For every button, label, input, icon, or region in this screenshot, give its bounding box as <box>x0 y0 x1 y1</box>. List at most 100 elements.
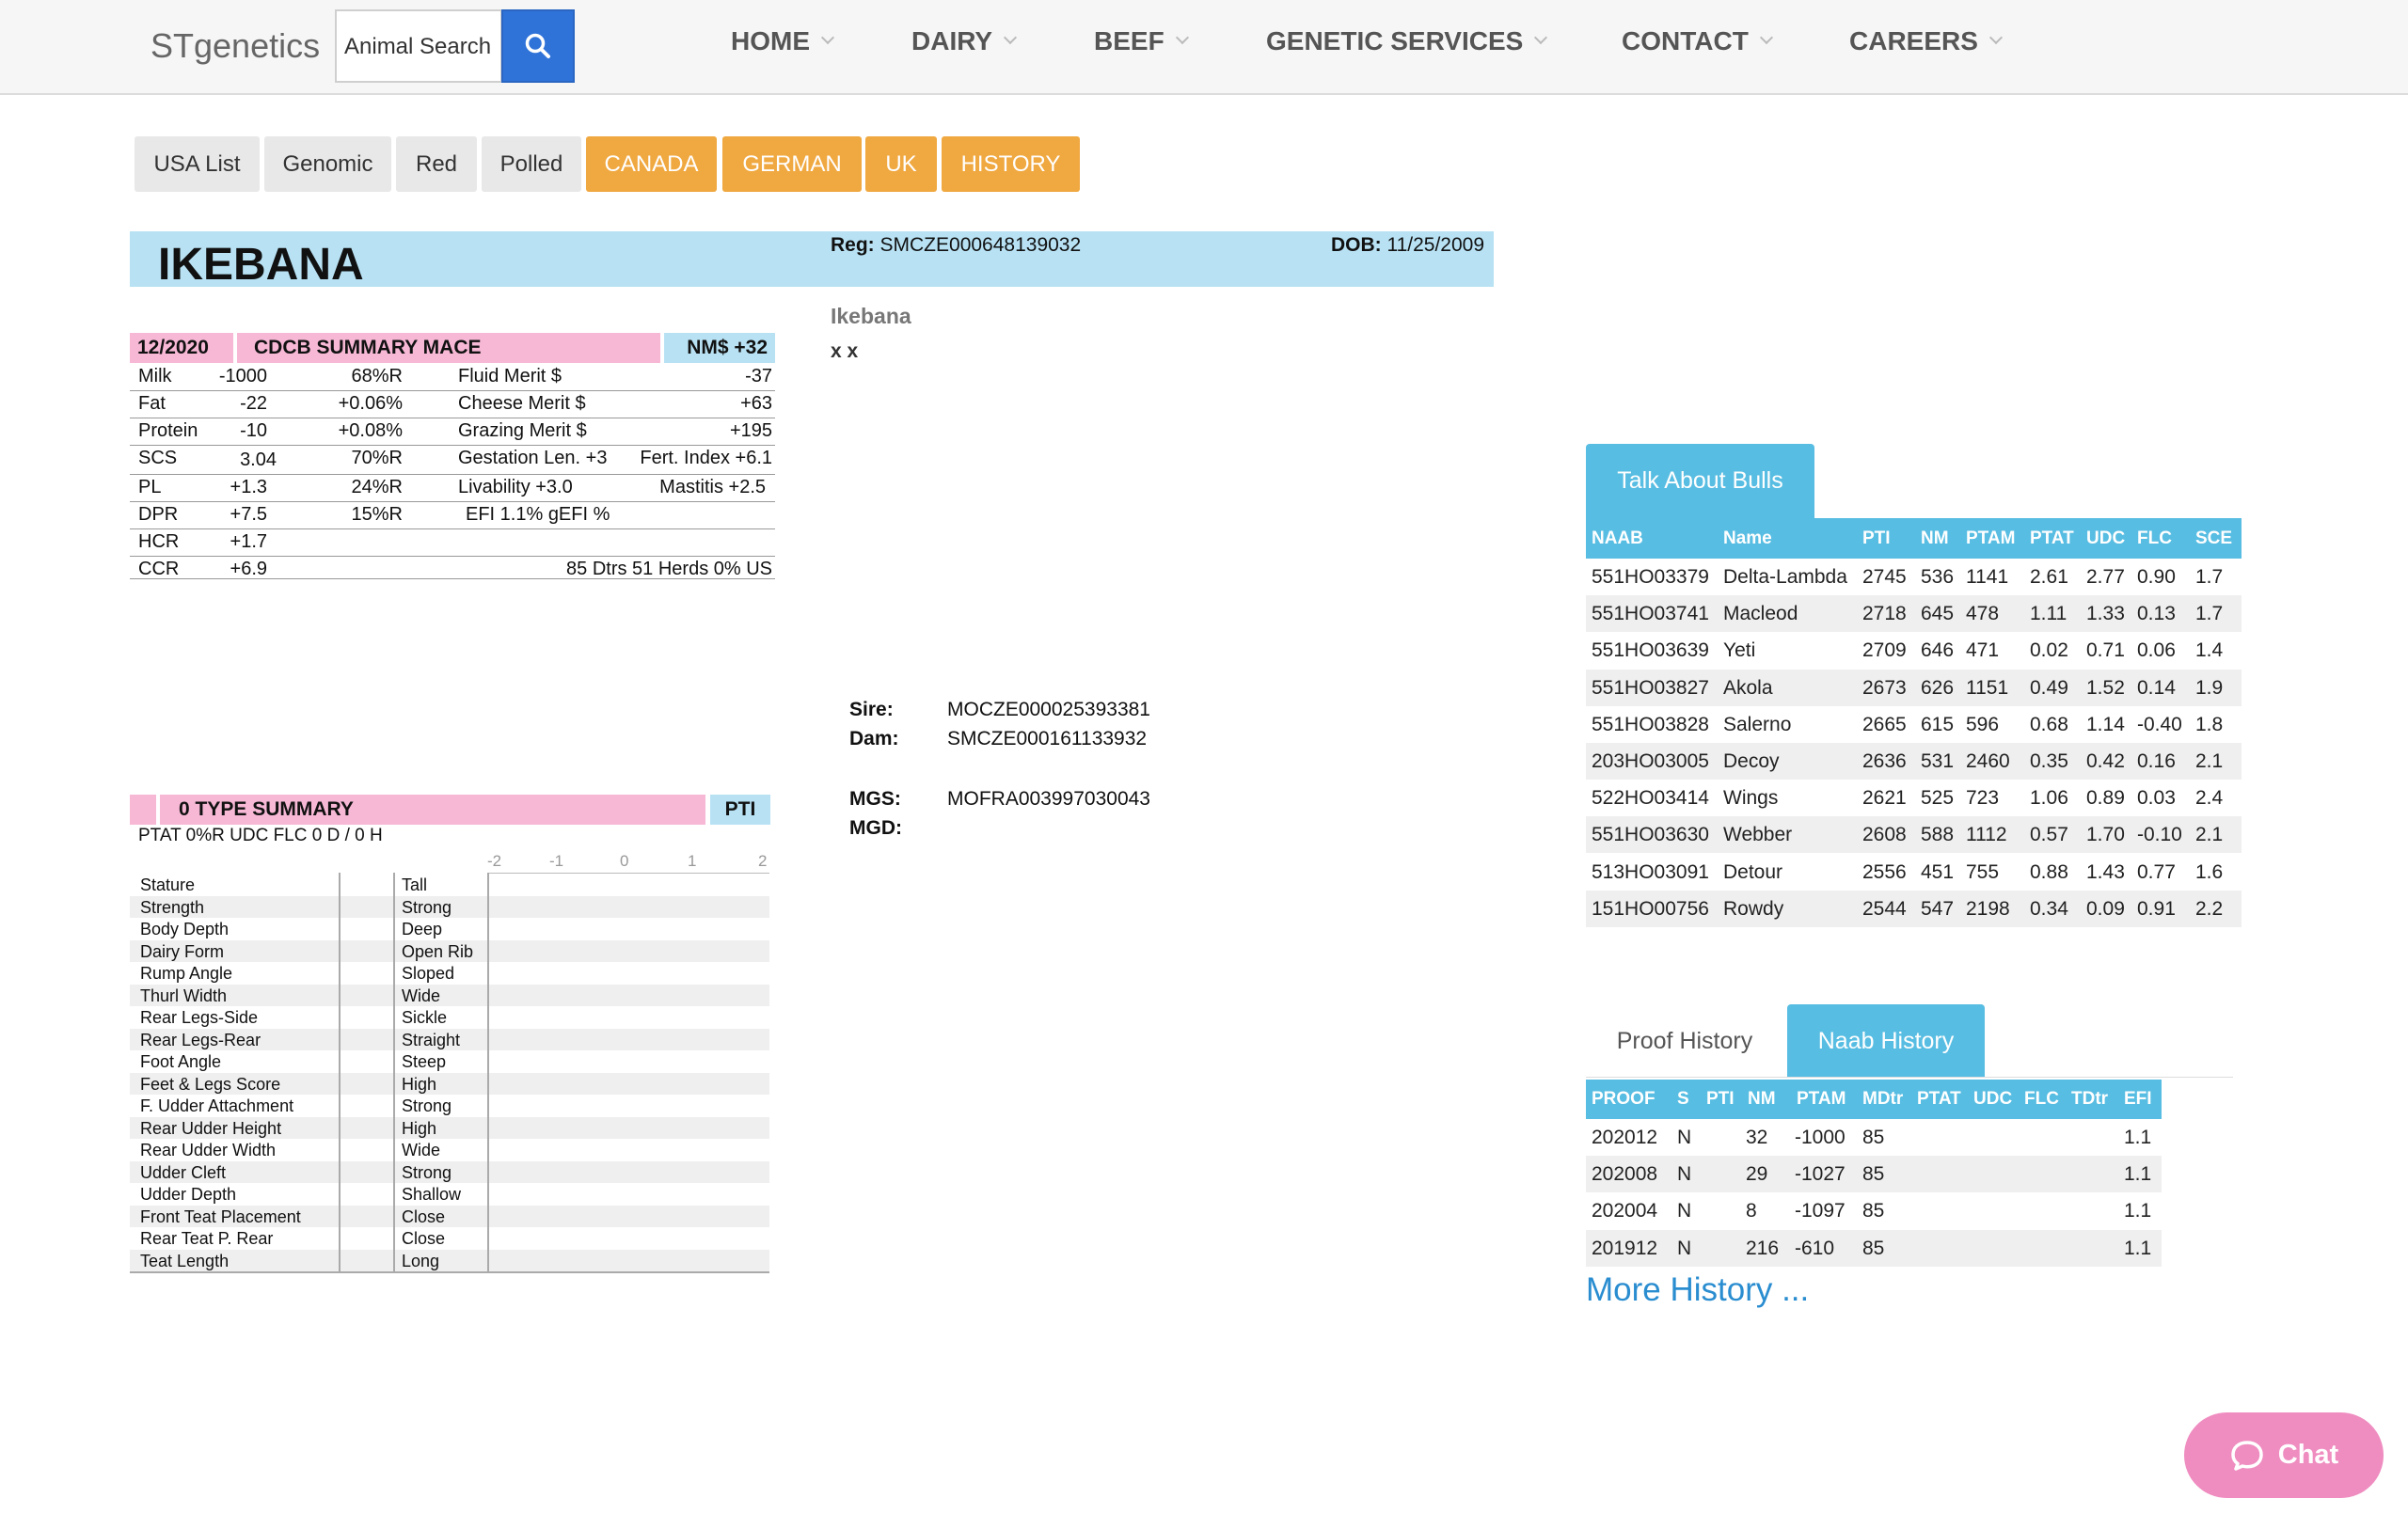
type-trait-row: Rear Udder Width Wide <box>130 1139 769 1161</box>
bull-naab[interactable]: 551HO03379 <box>1592 566 1709 589</box>
type-trait-row: Udder Depth Shallow <box>130 1183 769 1206</box>
chat-button[interactable]: Chat <box>2184 1412 2384 1498</box>
trait-descriptor: Close <box>402 1206 446 1226</box>
animal-search-input[interactable]: Animal Search <box>335 9 502 83</box>
tab-naab-history[interactable]: Naab History <box>1787 1004 1985 1078</box>
bull-name[interactable]: Rowdy <box>1723 898 1783 921</box>
trait-descriptor: Strong <box>402 897 452 917</box>
bull-cell: 1112 <box>1966 824 2007 846</box>
tab-underline <box>1586 1077 2233 1078</box>
bull-row[interactable]: 551HO03827 Akola 2673 626 1151 0.49 1.52 0.14 1.… <box>1586 669 2242 706</box>
bull-cell: 2636 <box>1862 750 1907 772</box>
dam-label: Dam: <box>849 728 899 749</box>
type-trait-row: Body Depth Deep <box>130 918 769 940</box>
more-history-link[interactable]: More History ... <box>1586 1271 1809 1309</box>
history-cell: 8 <box>1746 1200 1757 1222</box>
history-cell: -1097 <box>1795 1200 1846 1222</box>
bull-row[interactable]: 551HO03379 Delta-Lambda 2745 536 1141 2.61 2.7… <box>1586 559 2242 595</box>
trait-name: Strength <box>140 897 205 917</box>
bull-cell: 2745 <box>1862 566 1907 588</box>
bull-naab[interactable]: 522HO03414 <box>1592 787 1709 810</box>
tab-polled[interactable]: Polled <box>482 136 581 192</box>
type-summary-marker <box>130 795 156 825</box>
nav-dairy[interactable]: DAIRY <box>911 26 1018 56</box>
bull-row[interactable]: 203HO03005 Decoy 2636 531 2460 0.35 0.42 0.16 2.… <box>1586 743 2242 780</box>
bull-name[interactable]: Detour <box>1723 861 1782 884</box>
summary-row: PL +1.3 24%R Livability +3.0 Mastitis +2… <box>130 475 775 502</box>
bull-naab[interactable]: 151HO00756 <box>1592 898 1709 921</box>
bull-name[interactable]: Akola <box>1723 677 1773 700</box>
bull-naab[interactable]: 551HO03741 <box>1592 603 1709 625</box>
bull-name[interactable]: Webber <box>1723 824 1792 846</box>
history-row: 202004 N 8 -1097 85 1.1 <box>1586 1192 2162 1229</box>
trait-name: Udder Depth <box>140 1185 237 1204</box>
bull-row[interactable]: 151HO00756 Rowdy 2544 547 2198 0.34 0.09 0.91 2.… <box>1586 890 2242 927</box>
mgs-value[interactable]: MOFRA003997030043 <box>947 788 1150 811</box>
trait-name: Stature <box>140 875 196 894</box>
bull-name[interactable]: Yeti <box>1723 639 1755 662</box>
chevron-down-icon <box>820 30 835 45</box>
bull-naab[interactable]: 551HO03630 <box>1592 824 1709 846</box>
dam-value[interactable]: SMCZE000161133932 <box>947 728 1147 750</box>
bull-name[interactable]: Wings <box>1723 787 1778 810</box>
bull-naab[interactable]: 203HO03005 <box>1592 750 1709 773</box>
reg-value: SMCZE000648139032 <box>879 234 1082 256</box>
col-header: FLC <box>2137 528 2172 548</box>
tab-canada[interactable]: CANADA <box>586 136 717 192</box>
trait-descriptor: Sloped <box>402 964 455 983</box>
sire-value[interactable]: MOCZE000025393381 <box>947 699 1150 721</box>
nav-careers[interactable]: CAREERS <box>1849 26 2003 56</box>
tab-usa-list[interactable]: USA List <box>135 136 260 192</box>
bull-cell: 1.14 <box>2086 713 2125 735</box>
bull-cell: 478 <box>1966 603 2000 625</box>
bull-row[interactable]: 551HO03741 Macleod 2718 645 478 1.11 1.33 0.13 1… <box>1586 595 2242 633</box>
tab-german[interactable]: GERMAN <box>722 136 862 192</box>
tab-red[interactable]: Red <box>396 136 477 192</box>
nav-home[interactable]: HOME <box>731 26 835 56</box>
search-button[interactable] <box>501 9 575 83</box>
bull-cell: 2718 <box>1862 603 1907 625</box>
bull-cell: 2673 <box>1862 676 1907 699</box>
bull-name[interactable]: Salerno <box>1723 714 1791 736</box>
bull-cell: 2.2 <box>2195 897 2224 920</box>
bull-row[interactable]: 551HO03639 Yeti 2709 646 471 0.02 0.71 0.06 1.4 <box>1586 632 2242 669</box>
bull-naab[interactable]: 551HO03828 <box>1592 714 1709 736</box>
bull-name[interactable]: Delta-Lambda <box>1723 566 1847 589</box>
bull-naab[interactable]: 513HO03091 <box>1592 861 1709 884</box>
bull-cell: 0.06 <box>2137 639 2176 662</box>
nav-genetic-services[interactable]: GENETIC SERVICES <box>1266 26 1548 56</box>
tab-genomic[interactable]: Genomic <box>264 136 391 192</box>
col-header: NAAB <box>1592 528 1643 548</box>
column-divider <box>393 873 395 1271</box>
nav-contact[interactable]: CONTACT <box>1622 26 1773 56</box>
type-trait-row: Rear Teat P. Rear Close <box>130 1227 769 1250</box>
nav-beef[interactable]: BEEF <box>1094 26 1189 56</box>
tab-history[interactable]: HISTORY <box>942 136 1080 192</box>
trait-descriptor: Open Rib <box>402 941 474 961</box>
history-cell: N <box>1677 1200 1692 1222</box>
type-trait-row: Thurl Width Wide <box>130 984 769 1006</box>
bull-cell: 2.4 <box>2195 787 2224 810</box>
bull-cell: 2460 <box>1966 750 2010 772</box>
bull-naab[interactable]: 551HO03827 <box>1592 677 1709 700</box>
bull-row[interactable]: 522HO03414 Wings 2621 525 723 1.06 0.89 0.03 2.4 <box>1586 780 2242 816</box>
search-icon <box>525 33 550 58</box>
bull-cell: 0.91 <box>2137 897 2176 920</box>
tab-proof-history[interactable]: Proof History <box>1586 1004 1783 1078</box>
bull-naab[interactable]: 551HO03639 <box>1592 639 1709 662</box>
cell: +63 <box>740 393 772 414</box>
bull-row[interactable]: 551HO03828 Salerno 2665 615 596 0.68 1.14 -0.40… <box>1586 706 2242 743</box>
cell: +195 <box>729 420 772 441</box>
bull-name[interactable]: Decoy <box>1723 750 1780 773</box>
trait-name: Rear Legs-Rear <box>140 1030 261 1049</box>
tab-talk-about-bulls[interactable]: Talk About Bulls <box>1586 444 1814 518</box>
summary-row: Milk -1000 68%R Fluid Merit $ -37 <box>130 364 775 391</box>
bull-row[interactable]: 513HO03091 Detour 2556 451 755 0.88 1.43 0.77 1.… <box>1586 854 2242 891</box>
cell: +1.7 <box>230 531 267 552</box>
bulls-table-header: NAAB Name PTI NM PTAM PTAT UDC FLC SCE <box>1586 518 2242 559</box>
site-logo[interactable]: STgenetics <box>150 26 320 66</box>
trait-descriptor: Wide <box>402 986 441 1005</box>
bull-name[interactable]: Macleod <box>1723 603 1798 625</box>
bull-row[interactable]: 551HO03630 Webber 2608 588 1112 0.57 1.70 -0.10… <box>1586 816 2242 854</box>
tab-uk[interactable]: UK <box>865 136 937 192</box>
